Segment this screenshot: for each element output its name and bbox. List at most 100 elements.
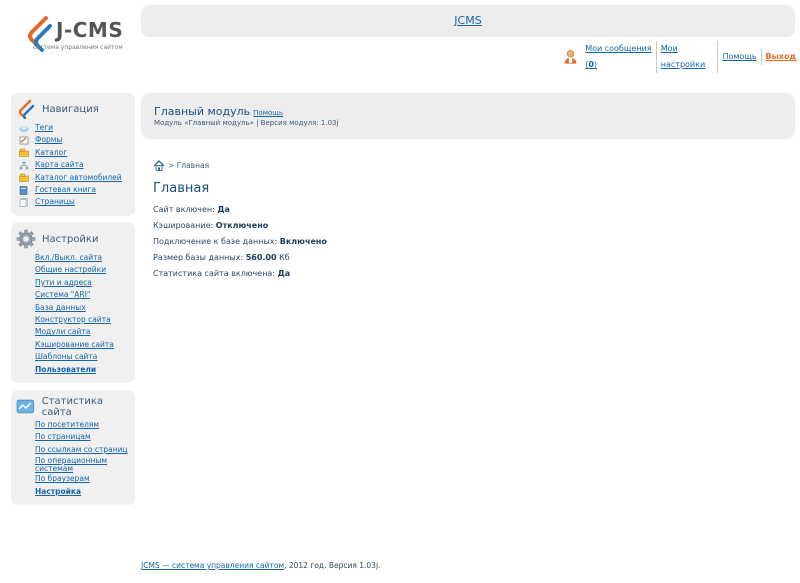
settings-item-label[interactable]: Пользователи xyxy=(35,364,96,376)
info-value: Да xyxy=(217,205,230,214)
settings-item-caching[interactable]: Кэширование сайта xyxy=(35,339,114,351)
settings-item-label[interactable]: Пути и адреса xyxy=(35,277,92,289)
footer-text: , 2012 год. Версия 1.03j. xyxy=(284,561,381,570)
settings-title: Настройки xyxy=(42,233,99,245)
settings-item-constructor[interactable]: Конструктор сайта xyxy=(35,314,114,326)
user-bar: Мои сообщения (0) Мои настройки Помощь В… xyxy=(564,41,800,73)
my-messages-close[interactable]: ) xyxy=(594,60,597,69)
catalog-icon xyxy=(19,149,29,158)
settings-item-templates[interactable]: Шаблоны сайта xyxy=(35,351,114,363)
stats-header: Статистика сайта xyxy=(16,396,135,418)
nav-item-sitemap[interactable]: Карта сайта xyxy=(19,159,122,171)
settings-item-modules[interactable]: Модули сайта xyxy=(35,326,114,338)
info-suffix: Кб xyxy=(276,253,290,262)
logo[interactable]: J-CMS система управления сайтом xyxy=(26,16,126,56)
nav-item-pages[interactable]: Страницы xyxy=(19,196,122,208)
nav-item-label[interactable]: Каталог xyxy=(35,147,67,159)
settings-item-label[interactable]: Кэширование сайта xyxy=(35,339,114,351)
nav-item-forms[interactable]: Формы xyxy=(19,134,122,146)
stats-item-label[interactable]: По браузерам xyxy=(35,473,90,485)
settings-item-label[interactable]: Модули сайта xyxy=(35,326,90,338)
statistics-icon xyxy=(16,399,35,414)
module-help-link[interactable]: Помощь xyxy=(253,109,283,117)
nav-item-guestbook[interactable]: Гостевая книга xyxy=(19,184,122,196)
info-label: Размер базы данных: xyxy=(153,253,244,262)
settings-item-ari[interactable]: Система "ARI" xyxy=(35,289,114,301)
navigation-icon xyxy=(18,99,35,119)
gear-icon xyxy=(16,229,36,249)
my-settings-link[interactable]: Мои настройки xyxy=(661,44,705,69)
logout-link[interactable]: Выход xyxy=(766,52,796,61)
settings-item-label[interactable]: Вкл./Выкл. сайта xyxy=(35,252,102,264)
settings-item-label[interactable]: Система "ARI" xyxy=(35,289,90,301)
module-title: Главный модуль Помощь xyxy=(154,105,283,118)
info-value: Включено xyxy=(279,237,327,246)
page-title: Главная xyxy=(153,181,210,196)
info-row-db-size: Размер базы данных: 560.00 Кб xyxy=(153,252,327,268)
stats-title: Статистика сайта xyxy=(41,396,103,418)
settings-item-label[interactable]: База данных xyxy=(35,302,86,314)
settings-item-label[interactable]: Общие настройки xyxy=(35,264,106,276)
settings-item-database[interactable]: База данных xyxy=(35,302,114,314)
my-messages-link[interactable]: Мои сообщения (0) xyxy=(581,41,657,73)
header-bar: JCMS xyxy=(141,5,795,37)
help-link[interactable]: Помощь xyxy=(722,52,756,61)
stats-item-os[interactable]: По операционным системам xyxy=(35,456,115,473)
breadcrumb-current: Главная xyxy=(176,161,210,170)
stats-item-label[interactable]: По страницам xyxy=(35,431,91,443)
guestbook-icon xyxy=(19,185,28,195)
settings-item-general[interactable]: Общие настройки xyxy=(35,264,114,276)
stats-item-label[interactable]: По операционным системам xyxy=(35,456,115,473)
nav-item-label[interactable]: Формы xyxy=(35,134,62,146)
module-header: Главный модуль Помощь Модуль «Главный мод… xyxy=(141,93,795,139)
stats-item-referrers[interactable]: По ссылкам со страниц xyxy=(35,444,128,456)
nav-item-tags[interactable]: Теги xyxy=(19,122,122,134)
breadcrumb: > Главная xyxy=(153,160,209,171)
nav-item-label[interactable]: Страницы xyxy=(35,196,75,208)
navigation-title: Навигация xyxy=(42,103,99,115)
settings-item-users[interactable]: Пользователи xyxy=(35,364,114,376)
settings-item-site-toggle[interactable]: Вкл./Выкл. сайта xyxy=(35,252,114,264)
settings-header: Настройки xyxy=(16,229,98,249)
stats-item-browsers[interactable]: По браузерам xyxy=(35,473,128,485)
navigation-header: Навигация xyxy=(16,99,99,119)
module-subtitle: Модуль «Главный модуль» | Версия модуля:… xyxy=(154,119,339,127)
stats-list: По посетителям По страницам По ссылкам с… xyxy=(35,419,128,498)
nav-item-label[interactable]: Теги xyxy=(35,122,53,134)
settings-item-paths[interactable]: Пути и адреса xyxy=(35,277,114,289)
site-title-link[interactable]: JCMS xyxy=(141,14,795,27)
stats-item-settings[interactable]: Настройка xyxy=(35,486,128,498)
logo-subtitle: система управления сайтом xyxy=(33,44,123,51)
navigation-list: Теги Формы Каталог Карта сайта Каталог а… xyxy=(19,122,122,209)
tags-icon xyxy=(19,125,29,132)
breadcrumb-separator: > xyxy=(168,161,175,170)
settings-panel: Настройки Вкл./Выкл. сайта Общие настрой… xyxy=(11,222,135,383)
stats-panel: Статистика сайта По посетителям По стран… xyxy=(11,390,135,505)
nav-item-label[interactable]: Каталог автомобилей xyxy=(35,172,122,184)
logo-text: J-CMS xyxy=(56,18,124,42)
settings-item-label[interactable]: Конструктор сайта xyxy=(35,314,111,326)
cars-icon xyxy=(19,173,29,183)
footer-link[interactable]: JCMS — система управления сайтом xyxy=(141,561,284,570)
settings-list: Вкл./Выкл. сайта Общие настройки Пути и … xyxy=(35,252,114,376)
stats-item-pages[interactable]: По страницам xyxy=(35,431,128,443)
nav-item-catalog[interactable]: Каталог xyxy=(19,147,122,159)
stats-item-label[interactable]: По ссылкам со страниц xyxy=(35,444,128,456)
module-title-text: Главный модуль xyxy=(154,105,251,118)
stats-item-label[interactable]: По посетителям xyxy=(35,419,99,431)
user-avatar-icon xyxy=(564,50,577,64)
stats-item-label[interactable]: Настройка xyxy=(35,486,81,498)
sitemap-icon xyxy=(19,161,29,170)
settings-item-label[interactable]: Шаблоны сайта xyxy=(35,351,97,363)
nav-item-label[interactable]: Карта сайта xyxy=(35,159,84,171)
info-label: Статистика сайта включена: xyxy=(153,269,276,278)
info-label: Сайт включен: xyxy=(153,205,215,214)
site-info: Сайт включен: Да Кэширование: Отключено … xyxy=(153,204,327,284)
info-value: 560.00 xyxy=(245,253,277,262)
nav-item-label[interactable]: Гостевая книга xyxy=(35,184,96,196)
stats-item-visitors[interactable]: По посетителям xyxy=(35,419,128,431)
info-row-site-enabled: Сайт включен: Да xyxy=(153,204,327,220)
pages-icon xyxy=(19,198,28,207)
nav-item-cars-catalog[interactable]: Каталог автомобилей xyxy=(19,172,122,184)
home-icon[interactable] xyxy=(153,160,165,171)
